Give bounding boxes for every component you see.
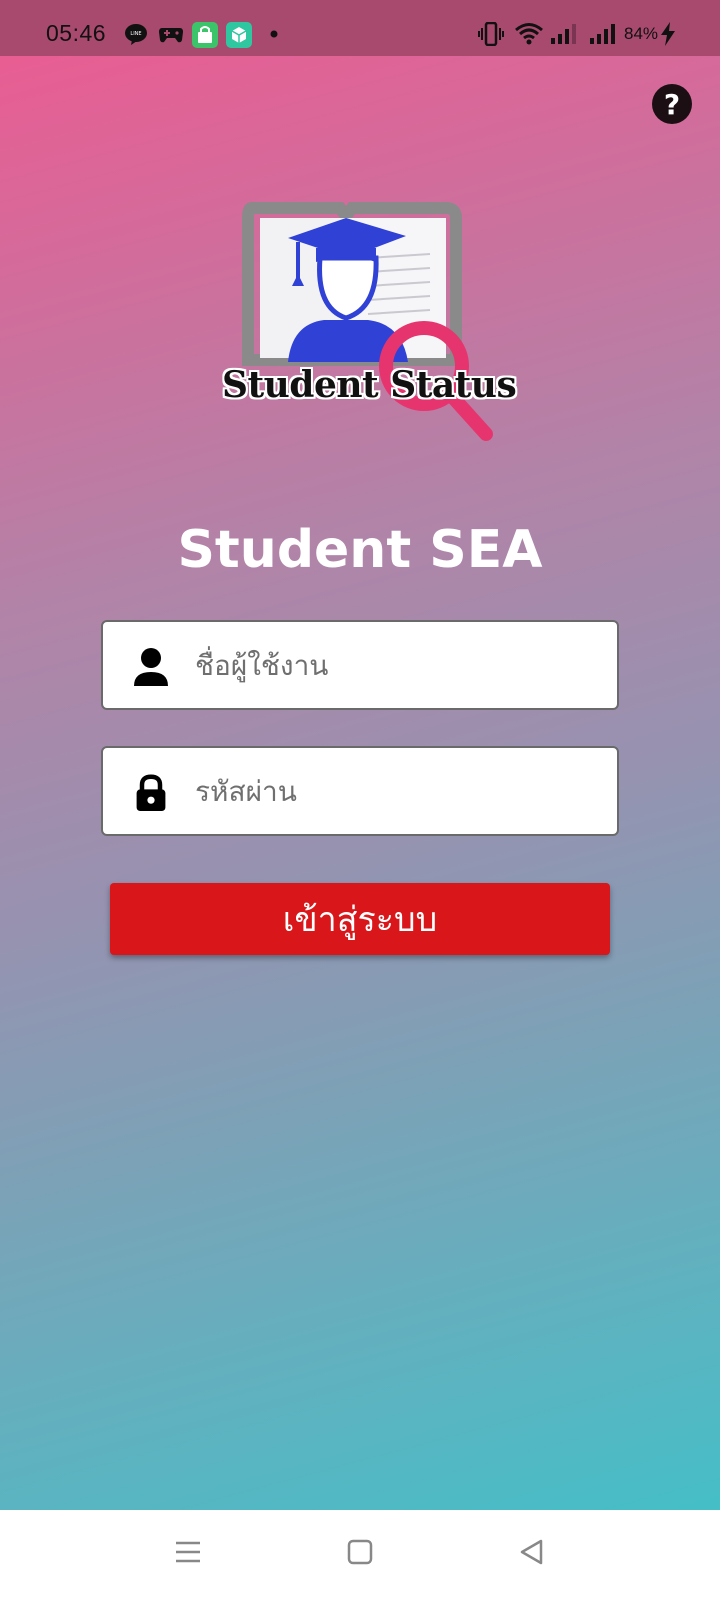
- user-icon: [134, 648, 168, 686]
- line-icon: LINE: [125, 24, 147, 45]
- battery-percent: 84%: [624, 24, 659, 43]
- svg-text:LINE: LINE: [130, 31, 141, 37]
- box-icon: [226, 22, 252, 48]
- lock-icon: [136, 774, 166, 811]
- signal-icon: [551, 24, 576, 44]
- help-button[interactable]: ?: [652, 84, 692, 124]
- app-title: Student SEA: [177, 520, 543, 580]
- navigation-bar: [0, 1510, 720, 1600]
- battery-charging-icon: [661, 22, 675, 46]
- status-time: 05:46: [46, 20, 107, 46]
- vibrate-icon: [478, 22, 504, 46]
- wifi-icon: [515, 23, 543, 45]
- help-icon: ?: [663, 87, 681, 121]
- home-icon[interactable]: [346, 1538, 374, 1566]
- back-icon[interactable]: [518, 1538, 546, 1566]
- login-button[interactable]: เข้าสู่ระบบ: [110, 883, 610, 955]
- shop-icon: [192, 22, 218, 48]
- logo-text: Student Status: [222, 364, 517, 406]
- signal-icon: [590, 24, 615, 44]
- dot-icon: [270, 30, 278, 38]
- username-input[interactable]: [193, 640, 597, 690]
- username-field[interactable]: [101, 620, 619, 710]
- student-status-logo: [242, 202, 493, 441]
- game-controller-icon: [159, 28, 183, 43]
- password-field[interactable]: [101, 746, 619, 836]
- password-input[interactable]: [193, 766, 597, 816]
- menu-icon[interactable]: [174, 1538, 202, 1566]
- status-bar: 05:46 LINE 84%: [0, 0, 720, 56]
